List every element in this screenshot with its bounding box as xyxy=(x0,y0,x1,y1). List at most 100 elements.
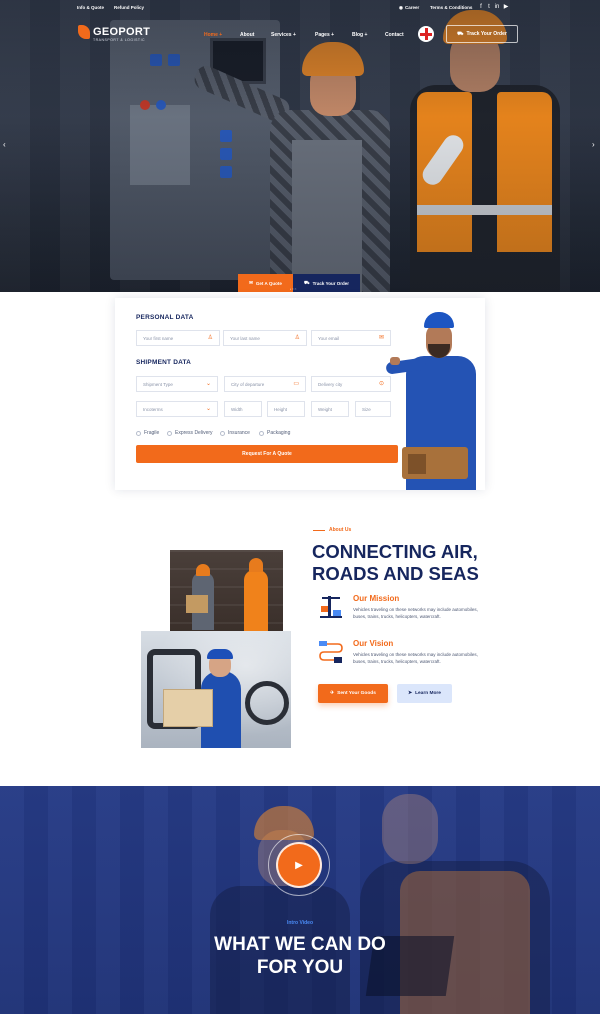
learn-more-label: Learn More xyxy=(415,691,441,696)
video-title: WHAT WE CAN DO FOR YOU xyxy=(0,933,600,979)
get-quote-label: Get A Quote xyxy=(255,280,282,286)
chevron-down-icon: ⌄ xyxy=(205,406,211,412)
route-truck-icon xyxy=(319,641,343,663)
about-title-line2: ROADS AND SEAS xyxy=(312,563,479,584)
crane-icon xyxy=(320,596,342,618)
option-insurance-checkbox[interactable]: Insurance xyxy=(220,430,250,436)
send-goods-label: Sent Your Goods xyxy=(337,691,376,696)
shipment-data-title: SHIPMENT DATA xyxy=(136,359,192,366)
size-input[interactable]: Size xyxy=(355,401,391,417)
video-tag: Intro Video xyxy=(286,920,314,926)
youtube-icon[interactable]: ▶ xyxy=(503,4,509,10)
user-icon: ♙ xyxy=(294,335,300,341)
width-placeholder: Width xyxy=(231,406,243,412)
delivery-driver-image xyxy=(141,631,291,748)
language-flag-icon[interactable] xyxy=(418,26,434,42)
get-quote-tab[interactable]: ✉ Get A Quote xyxy=(238,274,293,292)
city-departure-placeholder: City of departure xyxy=(231,381,265,387)
slider-next-icon[interactable]: › xyxy=(592,140,600,154)
video-title-line2: FOR YOU xyxy=(256,957,344,978)
track-order-tab[interactable]: ⛟ Track Your Order xyxy=(293,274,360,292)
checkbox-icon xyxy=(259,430,264,436)
about-title-line1: CONNECTING AIR, xyxy=(312,541,478,562)
facebook-icon[interactable]: f xyxy=(478,4,484,10)
learn-more-button[interactable]: ➤ Learn More xyxy=(397,684,452,703)
track-order-tab-label: Track Your Order xyxy=(312,280,350,286)
weight-input[interactable]: Weight xyxy=(311,401,349,417)
shipment-type-value: Shipment Type xyxy=(143,381,173,387)
calendar-icon: ▭ xyxy=(293,381,299,387)
width-input[interactable]: Width xyxy=(224,401,262,417)
checkbox-icon xyxy=(136,430,141,436)
video-title-line1: WHAT WE CAN DO xyxy=(214,934,386,955)
video-worker-left-image xyxy=(210,806,350,1014)
height-input[interactable]: Height xyxy=(267,401,305,417)
slider-prev-icon[interactable]: ‹ xyxy=(3,140,11,154)
vision-text: Vehicles traveling on these networks may… xyxy=(353,652,478,664)
linkedin-icon[interactable]: in xyxy=(494,4,500,10)
delivery-city-input[interactable]: Delivery city ⊙ xyxy=(311,376,391,392)
arrow-icon: ➤ xyxy=(408,691,413,696)
tag-divider xyxy=(313,529,325,531)
option-fragile-checkbox[interactable]: Fragile xyxy=(136,430,159,436)
track-order-button[interactable]: ⛟ Track Your Order xyxy=(446,25,518,43)
size-placeholder: Size xyxy=(362,406,371,412)
brand-logo[interactable]: GEOPORT xyxy=(78,25,150,39)
topbar-link-refund-policy[interactable]: Refund Policy xyxy=(114,5,144,10)
top-bar: Info & Quote Refund Policy ◉ Career Term… xyxy=(0,0,600,16)
brand-name: GEOPORT xyxy=(93,26,151,38)
email-input[interactable]: Your email ✉ xyxy=(311,330,391,346)
send-goods-button[interactable]: ✈ Sent Your Goods xyxy=(318,684,388,703)
location-pin-icon: ⊙ xyxy=(378,381,384,387)
first-name-placeholder: Your first name xyxy=(143,335,174,341)
nav-item-contact[interactable]: Contact xyxy=(385,32,404,38)
nav-item-pages[interactable]: Pages + xyxy=(315,32,334,38)
brand-tagline: TRANSPORT & LOGISTIC xyxy=(93,38,146,42)
last-name-placeholder: Your last name xyxy=(230,335,260,341)
nav-item-home[interactable]: Home + xyxy=(204,32,222,38)
career-icon: ◉ xyxy=(399,5,403,10)
option-fragile-label: Fragile xyxy=(144,430,160,436)
twitter-icon[interactable]: t xyxy=(486,4,492,10)
intro-video-section xyxy=(0,786,600,1014)
logo-mark-icon xyxy=(78,25,90,39)
user-icon: ♙ xyxy=(207,335,213,341)
city-departure-input[interactable]: City of departure ▭ xyxy=(224,376,306,392)
topbar-link-career[interactable]: Career xyxy=(405,5,419,10)
first-name-input[interactable]: Your first name ♙ xyxy=(136,330,220,346)
mechanic-image xyxy=(385,312,482,490)
delivery-city-placeholder: Delivery city xyxy=(318,381,343,387)
play-icon: ▶ xyxy=(295,859,303,871)
mission-text: Vehicles traveling on these networks may… xyxy=(353,607,478,619)
mission-title: Our Mission xyxy=(353,594,400,603)
option-express-checkbox[interactable]: Express Delivery xyxy=(167,430,213,436)
slider-dots[interactable]: • ○ ○ xyxy=(290,287,296,291)
play-video-button[interactable]: ▶ xyxy=(276,842,322,888)
checkbox-icon xyxy=(167,430,172,436)
quote-icon: ✉ xyxy=(249,280,253,285)
chevron-down-icon: ⌄ xyxy=(205,381,211,387)
video-worker-right-image xyxy=(360,786,550,1014)
about-title: CONNECTING AIR, ROADS AND SEAS xyxy=(312,541,492,585)
truck-icon: ⛟ xyxy=(303,279,310,285)
nav-item-services[interactable]: Services + xyxy=(271,32,296,38)
incoterms-select[interactable]: Incoterms ⌄ xyxy=(136,401,218,417)
warehouse-workers-image xyxy=(170,550,283,632)
topbar-link-terms[interactable]: Terms & Conditions xyxy=(430,5,472,10)
request-quote-button[interactable]: Request For A Quote xyxy=(136,445,398,463)
last-name-input[interactable]: Your last name ♙ xyxy=(223,330,307,346)
nav-item-about[interactable]: About xyxy=(240,32,254,38)
topbar-link-info-quote[interactable]: Info & Quote xyxy=(77,5,104,10)
nav-item-blog[interactable]: Blog + xyxy=(352,32,367,38)
option-packaging-checkbox[interactable]: Packaging xyxy=(259,430,290,436)
height-placeholder: Height xyxy=(274,406,288,412)
weight-placeholder: Weight xyxy=(318,406,332,412)
email-placeholder: Your email xyxy=(318,335,340,341)
about-tag: About Us xyxy=(313,527,351,533)
option-express-label: Express Delivery xyxy=(175,430,213,436)
checkbox-icon xyxy=(220,430,225,436)
personal-data-title: PERSONAL DATA xyxy=(136,314,194,321)
vision-title: Our Vision xyxy=(353,639,394,648)
shipment-type-select[interactable]: Shipment Type ⌄ xyxy=(136,376,218,392)
about-tag-label: About Us xyxy=(329,527,352,533)
